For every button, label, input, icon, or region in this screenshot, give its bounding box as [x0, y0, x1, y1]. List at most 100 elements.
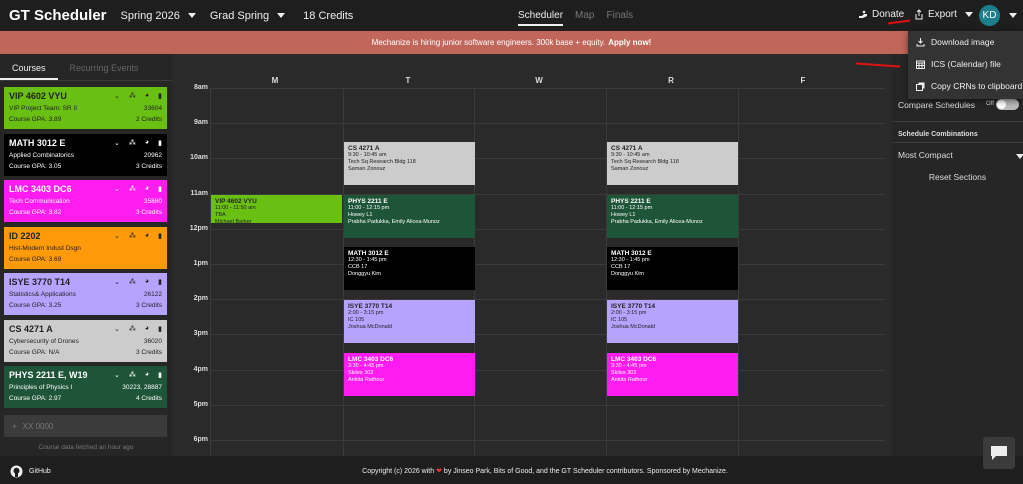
event-title: PHYS 2211 E: [348, 197, 388, 205]
event-instructor: Donggyu Kim: [611, 271, 645, 278]
event-time: 9:30 - 10:45 am: [348, 151, 387, 158]
trash-icon[interactable]: ▮: [158, 139, 162, 147]
donate-button[interactable]: Donate: [858, 9, 904, 20]
event-instructor: Ankita Rathour: [348, 377, 385, 383]
menu-item-download-image[interactable]: Download image: [908, 31, 1023, 53]
event-location: Howey L1: [611, 211, 636, 218]
day-header: W: [535, 76, 543, 85]
course-event[interactable]: ISYE 3770 T14 2:00 - 3:15 pm IC 105 Josh…: [607, 300, 738, 344]
course-credits: 3 Credits: [135, 348, 162, 356]
course-card[interactable]: CS 4271 A ⌄ ⁂ ◕ ▮ Cybersecurity of Drone…: [4, 319, 167, 362]
palette-icon[interactable]: ◕: [145, 325, 149, 333]
palette-icon[interactable]: ◕: [145, 92, 149, 100]
chat-button[interactable]: [983, 437, 1015, 469]
menu-item-copy-crns[interactable]: Copy CRNs to clipboard: [908, 75, 1023, 97]
course-card[interactable]: PHYS 2211 E, W19 ⌄ ⁂ ◕ ▮ Principles of P…: [4, 366, 167, 408]
course-card[interactable]: LMC 3403 DC6 ⌄ ⁂ ◕ ▮ Tech Communication …: [4, 180, 167, 222]
course-event[interactable]: MATH 3012 E 12:30 - 1:45 pm CCB 17 Dongg…: [344, 247, 475, 291]
time-label: 5pm: [193, 400, 208, 408]
tab-recurring-events[interactable]: Recurring Events: [58, 54, 151, 80]
course-gpa-row: Course GPA: 3.25 3 Credits: [9, 302, 162, 309]
chevron-down-icon[interactable]: ⌄: [114, 185, 120, 193]
course-event[interactable]: PHYS 2211 E 11:00 - 12:15 pm Howey L1 Pr…: [344, 194, 475, 238]
course-event[interactable]: MATH 3012 E 12:30 - 1:45 pm CCB 17 Dongg…: [607, 247, 738, 291]
course-actions: ⌄ ⁂ ◕ ▮: [114, 185, 162, 193]
course-card[interactable]: ID 2202 ⌄ ⁂ ◕ ▮ Hist-Modern Indust Dsgn …: [4, 226, 167, 269]
course-card[interactable]: ISYE 3770 T14 ⌄ ⁂ ◕ ▮ Statistics& Applic…: [4, 273, 167, 315]
reset-sections-button[interactable]: Reset Sections: [892, 172, 1023, 182]
course-event[interactable]: PHYS 2211 E 11:00 - 12:15 pm Howey L1 Pr…: [607, 194, 738, 238]
event-title: ISYE 3770 T14: [348, 303, 393, 311]
course-gpa: Course GPA: 2.97: [9, 395, 62, 402]
palette-icon[interactable]: ◕: [145, 185, 149, 193]
trash-icon[interactable]: ▮: [158, 92, 162, 100]
hour-gridline: [210, 228, 885, 230]
day-header: T: [405, 76, 411, 85]
term-select[interactable]: Spring 2026: [121, 10, 196, 22]
export-button[interactable]: Export: [914, 9, 973, 20]
course-code: ISYE 3770 T14: [9, 277, 71, 287]
course-event[interactable]: CS 4271 A 9:30 - 10:45 am Tech Sq Resear…: [607, 141, 738, 185]
copyright-part: by Jinseo Park, Bits of Good, and the GT…: [443, 468, 728, 475]
avatar[interactable]: KD: [979, 5, 1000, 26]
add-course-input[interactable]: + XX 0000: [4, 415, 167, 437]
palette-icon[interactable]: ◕: [145, 371, 149, 379]
course-event[interactable]: CS 4271 A 9:30 - 10:45 am Tech Sq Resear…: [344, 141, 475, 185]
course-event[interactable]: ISYE 3770 T14 2:00 - 3:15 pm IC 105 Josh…: [344, 300, 475, 344]
tab-finals[interactable]: Finals: [606, 10, 633, 21]
course-card[interactable]: VIP 4602 VYU ⌄ ⁂ ◕ ▮ VIP Project Team: S…: [4, 87, 167, 129]
course-event[interactable]: VIP 4602 VYU 11:00 - 11:50 am TBA Michae…: [211, 194, 342, 223]
palette-icon[interactable]: ◕: [145, 139, 149, 147]
toggle-knob: [997, 100, 1006, 109]
chevron-down-icon[interactable]: [1009, 13, 1017, 18]
version-select[interactable]: Grad Spring: [210, 10, 286, 22]
menu-item-ics-file[interactable]: ICS (Calendar) file: [908, 53, 1023, 75]
chevron-down-icon[interactable]: ⌄: [114, 232, 120, 240]
chevron-down-icon[interactable]: ⌄: [114, 278, 120, 286]
tab-courses[interactable]: Courses: [0, 54, 58, 80]
sections-icon[interactable]: ⁂: [129, 278, 136, 286]
event-title: CS 4271 A: [348, 144, 380, 152]
event-title: PHYS 2211 E: [611, 197, 651, 205]
chevron-down-icon[interactable]: ⌄: [114, 139, 120, 147]
course-event[interactable]: LMC 3403 DC6 3:30 - 4:45 pm Skiles 302 A…: [344, 353, 475, 396]
sections-icon[interactable]: ⁂: [129, 371, 136, 379]
app-logo[interactable]: GT Scheduler: [9, 7, 107, 24]
sections-icon[interactable]: ⁂: [129, 325, 136, 333]
course-gpa: Course GPA: N/A: [9, 348, 60, 356]
course-title: Statistics& Applications: [9, 291, 76, 298]
trash-icon[interactable]: ▮: [158, 371, 162, 379]
sections-icon[interactable]: ⁂: [129, 139, 136, 147]
chevron-down-icon: [277, 13, 286, 18]
compare-toggle[interactable]: [996, 99, 1019, 110]
chevron-down-icon[interactable]: ⌄: [114, 92, 120, 100]
trash-icon[interactable]: ▮: [158, 185, 162, 193]
palette-icon[interactable]: ◕: [145, 232, 149, 240]
chevron-down-icon[interactable]: ⌄: [114, 371, 120, 379]
tab-scheduler[interactable]: Scheduler: [518, 10, 564, 26]
sections-icon[interactable]: ⁂: [129, 232, 136, 240]
chevron-down-icon[interactable]: ⌄: [114, 325, 120, 333]
tab-map[interactable]: Map: [575, 10, 594, 21]
hour-gridline: [210, 404, 885, 406]
course-info-row: Applied Combinatorics 20962: [9, 152, 162, 159]
sections-icon[interactable]: ⁂: [129, 185, 136, 193]
trash-icon[interactable]: ▮: [158, 232, 162, 240]
chevron-down-icon[interactable]: [1016, 154, 1023, 159]
toggle-state: Off: [986, 101, 994, 107]
course-card[interactable]: MATH 3012 E ⌄ ⁂ ◕ ▮ Applied Combinatoric…: [4, 133, 167, 176]
sort-select[interactable]: Most Compact: [898, 150, 953, 160]
event-location: IC 105: [611, 317, 628, 324]
event-location: IC 105: [348, 317, 365, 324]
course-credits: 3 Credits: [135, 302, 162, 309]
chevron-down-icon: [964, 12, 973, 17]
trash-icon[interactable]: ▮: [158, 325, 162, 333]
plus-icon: +: [12, 421, 17, 431]
course-event[interactable]: LMC 3403 DC6 3:30 - 4:45 pm Skiles 302 A…: [607, 353, 738, 396]
trash-icon[interactable]: ▮: [158, 278, 162, 286]
apply-link[interactable]: Apply now!: [608, 38, 651, 47]
course-code: PHYS 2211 E, W19: [9, 370, 88, 380]
event-time: 2:00 - 3:15 pm: [348, 310, 384, 317]
palette-icon[interactable]: ◕: [145, 278, 149, 286]
sections-icon[interactable]: ⁂: [129, 92, 136, 100]
